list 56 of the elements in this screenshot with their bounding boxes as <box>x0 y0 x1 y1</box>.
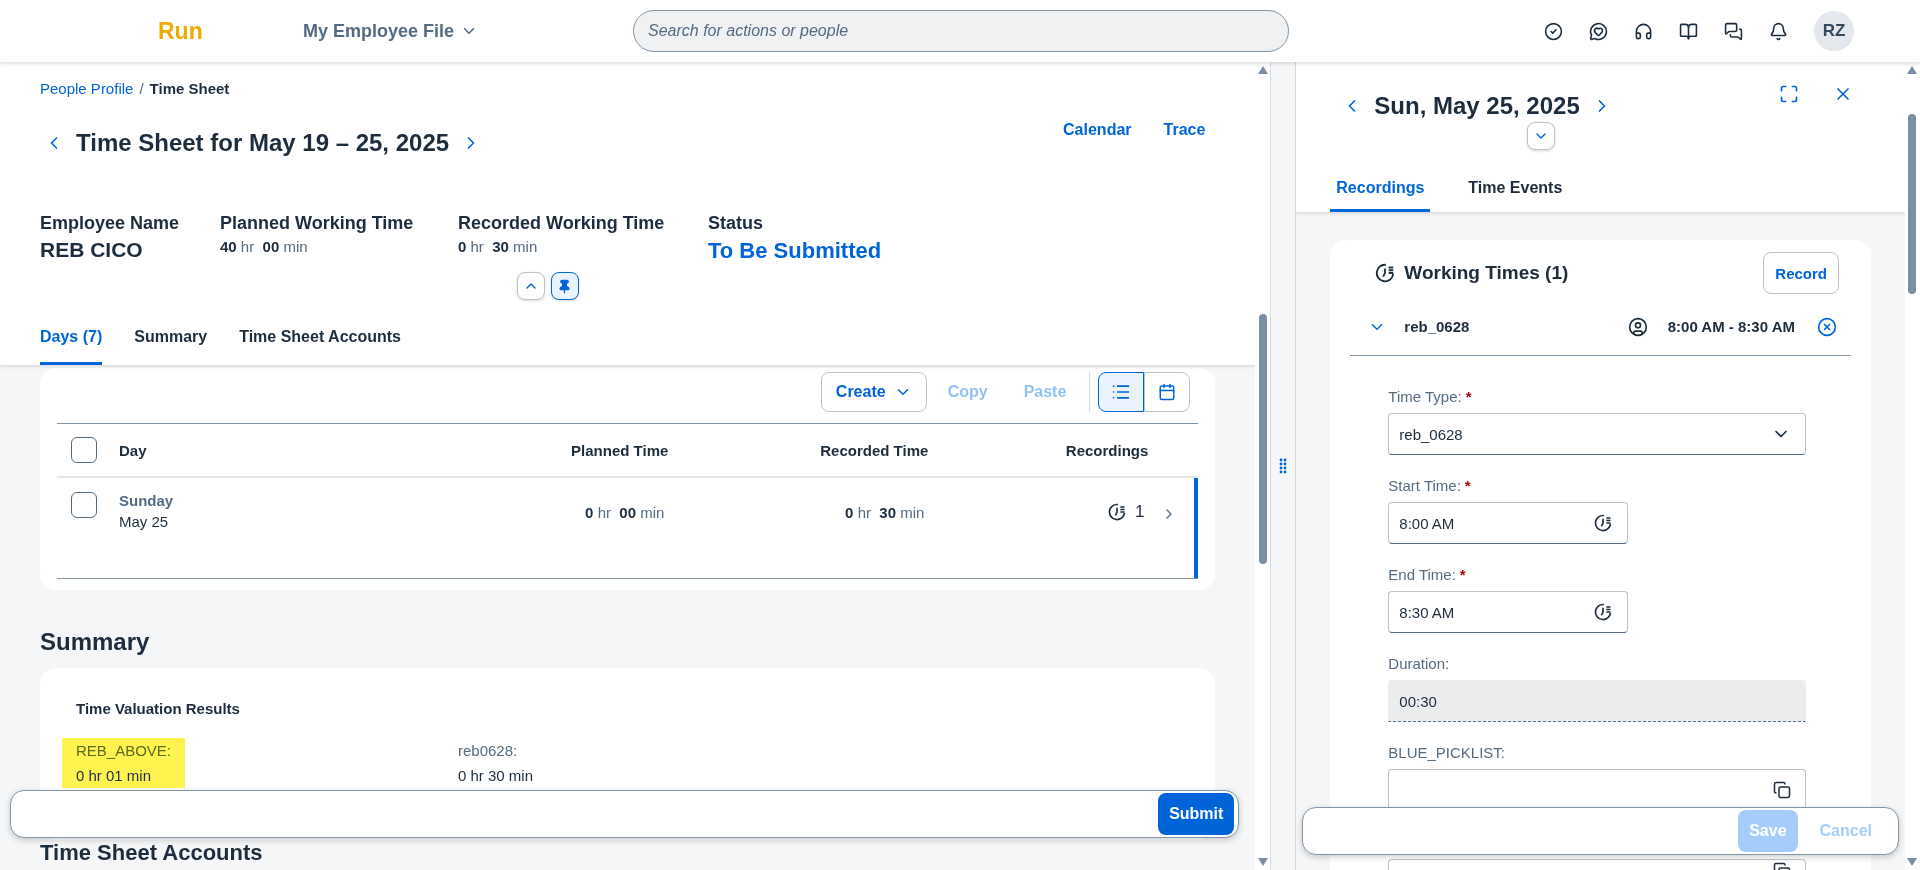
recordings-count: 1 <box>1134 502 1145 522</box>
result-value: 0 hr 30 min <box>458 767 534 784</box>
tab[interactable]: Time Events <box>1462 173 1569 212</box>
duration-field: 00:30 <box>1388 680 1807 722</box>
tab[interactable]: Summary <box>134 318 208 365</box>
field-label: Planned Working Time <box>220 213 415 234</box>
field-label: BLUE_PICKLIST: <box>1388 744 1507 761</box>
result-value: 0 hr 01 min <box>76 767 153 784</box>
weekday: Sunday <box>119 492 175 509</box>
tab[interactable]: Recordings <box>1330 173 1431 212</box>
section-heading: Summary <box>40 628 151 656</box>
column-header: Planned Time <box>570 441 669 459</box>
recorded-time: 0 hr 30 min <box>845 504 925 521</box>
breadcrumb-separator: / <box>139 80 144 97</box>
current-page-label: Time Sheet <box>149 80 230 97</box>
field-label: Start Time: * <box>1388 477 1472 494</box>
column-header: Recorded Time <box>819 441 929 459</box>
card-title: Time Valuation Results <box>76 700 240 717</box>
field-label: Recorded Working Time <box>458 213 666 234</box>
field-label: Time Type: * <box>1388 388 1473 405</box>
search-field[interactable]: Search for actions or people <box>633 10 1289 52</box>
field-label: Employee Name <box>40 213 181 234</box>
field-label: Status <box>708 213 764 234</box>
menu-button[interactable]: Create <box>820 372 927 412</box>
planned-time: 0 hr 00 min <box>585 504 665 521</box>
result-label: REB_ABOVE: <box>76 742 172 759</box>
status-value: To Be Submitted <box>708 238 883 264</box>
page-title: Time Sheet for May 19 – 25, 2025 <box>76 129 450 157</box>
detail-title: Sun, May 25, 2025 <box>1374 92 1580 120</box>
day-date: May 25 <box>119 513 170 530</box>
tab[interactable]: Days (7) <box>40 318 103 365</box>
field-label: End Time: * <box>1388 566 1467 583</box>
recording-entry[interactable]: reb_0628 8:00 AM - 8:30 AM <box>1350 298 1851 356</box>
time-input[interactable]: 8:30 AM <box>1388 591 1629 633</box>
tab[interactable]: Time Sheet Accounts <box>239 318 401 365</box>
submit-button[interactable]: Submit <box>1158 793 1235 835</box>
entry-name: reb_0628 <box>1404 318 1470 335</box>
column-header: Recordings <box>1064 441 1149 459</box>
employee-name: REB CICO <box>40 238 144 262</box>
duration-value: 40 hr 00 min <box>220 238 309 255</box>
duration-value: 0 hr 30 min <box>458 238 539 255</box>
breadcrumb-link[interactable]: People Profile <box>40 80 134 97</box>
card-title: Working Times (1) <box>1404 262 1569 284</box>
section-heading: Time Sheet Accounts <box>40 841 264 865</box>
column-header: Day <box>119 441 148 459</box>
header-link[interactable]: Calendar <box>1063 121 1132 139</box>
record-button[interactable]: Record <box>1763 252 1839 294</box>
app-title-menu[interactable]: My Employee File <box>303 20 633 42</box>
entry-time: 8:00 AM - 8:30 AM <box>1667 318 1795 335</box>
user-avatar[interactable]: RZ <box>1814 11 1854 51</box>
table-row[interactable]: Sunday May 25 0 hr 00 min 0 hr 30 min 1 <box>57 478 1199 578</box>
result-label: reb0628: <box>458 742 519 759</box>
header-link[interactable]: Trace <box>1163 121 1206 139</box>
time-input[interactable]: 8:00 AM <box>1388 502 1629 544</box>
time-type-select[interactable]: reb_0628 <box>1388 413 1807 455</box>
field-label: Duration: <box>1388 655 1451 672</box>
